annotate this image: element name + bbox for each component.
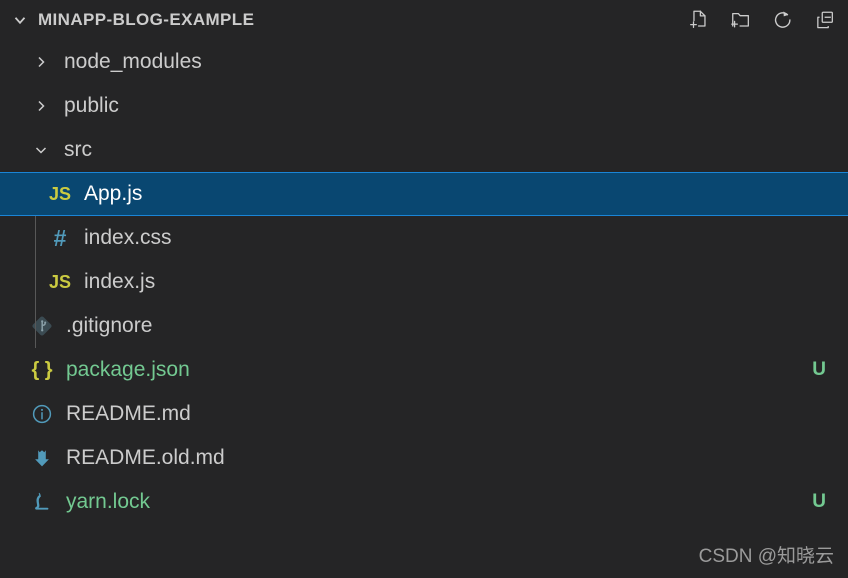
css-file-icon: # — [53, 224, 67, 251]
js-file-icon: JS — [48, 271, 72, 292]
tree-item-label: README.md — [66, 402, 191, 425]
status-badge: U — [812, 491, 826, 512]
indent-guide — [35, 216, 36, 348]
chevron-right-icon[interactable] — [28, 49, 54, 75]
tree-row-file-selected[interactable]: JS App.js — [0, 172, 848, 216]
yarn-cat-icon — [28, 490, 56, 514]
json-file-icon: { } — [31, 358, 53, 381]
tree-row-file[interactable]: .gitignore — [0, 304, 848, 348]
file-tree: node_modules public src JS App.js # inde… — [0, 40, 848, 524]
explorer-toolbar — [686, 7, 838, 33]
watermark-text: CSDN @知晓云 — [698, 546, 834, 567]
tree-row-file[interactable]: { } package.json U — [0, 348, 848, 392]
tree-row-file[interactable]: JS index.js — [0, 260, 848, 304]
tree-item-label: App.js — [84, 182, 143, 205]
new-file-icon[interactable] — [686, 7, 712, 33]
tree-row-file[interactable]: yarn.lock U — [0, 480, 848, 524]
info-file-icon — [28, 402, 56, 426]
new-folder-icon[interactable] — [728, 7, 754, 33]
tree-item-label: .gitignore — [66, 314, 153, 337]
js-file-icon: JS — [48, 183, 72, 204]
tree-row-folder[interactable]: public — [0, 84, 848, 128]
download-arrow-icon — [28, 446, 56, 470]
chevron-down-icon[interactable] — [28, 137, 54, 163]
tree-item-label: src — [64, 138, 92, 161]
file-explorer-panel: MINAPP-BLOG-EXAMPLE node_modules public … — [0, 0, 848, 578]
tree-row-folder[interactable]: src — [0, 128, 848, 172]
tree-item-label: index.css — [84, 226, 172, 249]
tree-row-folder[interactable]: node_modules — [0, 40, 848, 84]
status-badge: U — [812, 359, 826, 380]
chevron-down-icon[interactable] — [8, 8, 32, 32]
tree-item-label: index.js — [84, 270, 156, 293]
refresh-icon[interactable] — [770, 7, 796, 33]
explorer-section-header[interactable]: MINAPP-BLOG-EXAMPLE — [0, 0, 848, 40]
tree-item-label: package.json — [66, 358, 190, 381]
page-title: MINAPP-BLOG-EXAMPLE — [38, 10, 255, 29]
tree-item-label: node_modules — [64, 50, 202, 73]
tree-row-file[interactable]: README.md — [0, 392, 848, 436]
tree-item-label: public — [64, 94, 119, 117]
chevron-right-icon[interactable] — [28, 93, 54, 119]
tree-row-file[interactable]: README.old.md — [0, 436, 848, 480]
tree-item-label: README.old.md — [66, 446, 225, 469]
tree-row-file[interactable]: # index.css — [0, 216, 848, 260]
tree-item-label: yarn.lock — [66, 490, 151, 513]
collapse-all-icon[interactable] — [812, 7, 838, 33]
git-file-icon — [28, 314, 56, 338]
